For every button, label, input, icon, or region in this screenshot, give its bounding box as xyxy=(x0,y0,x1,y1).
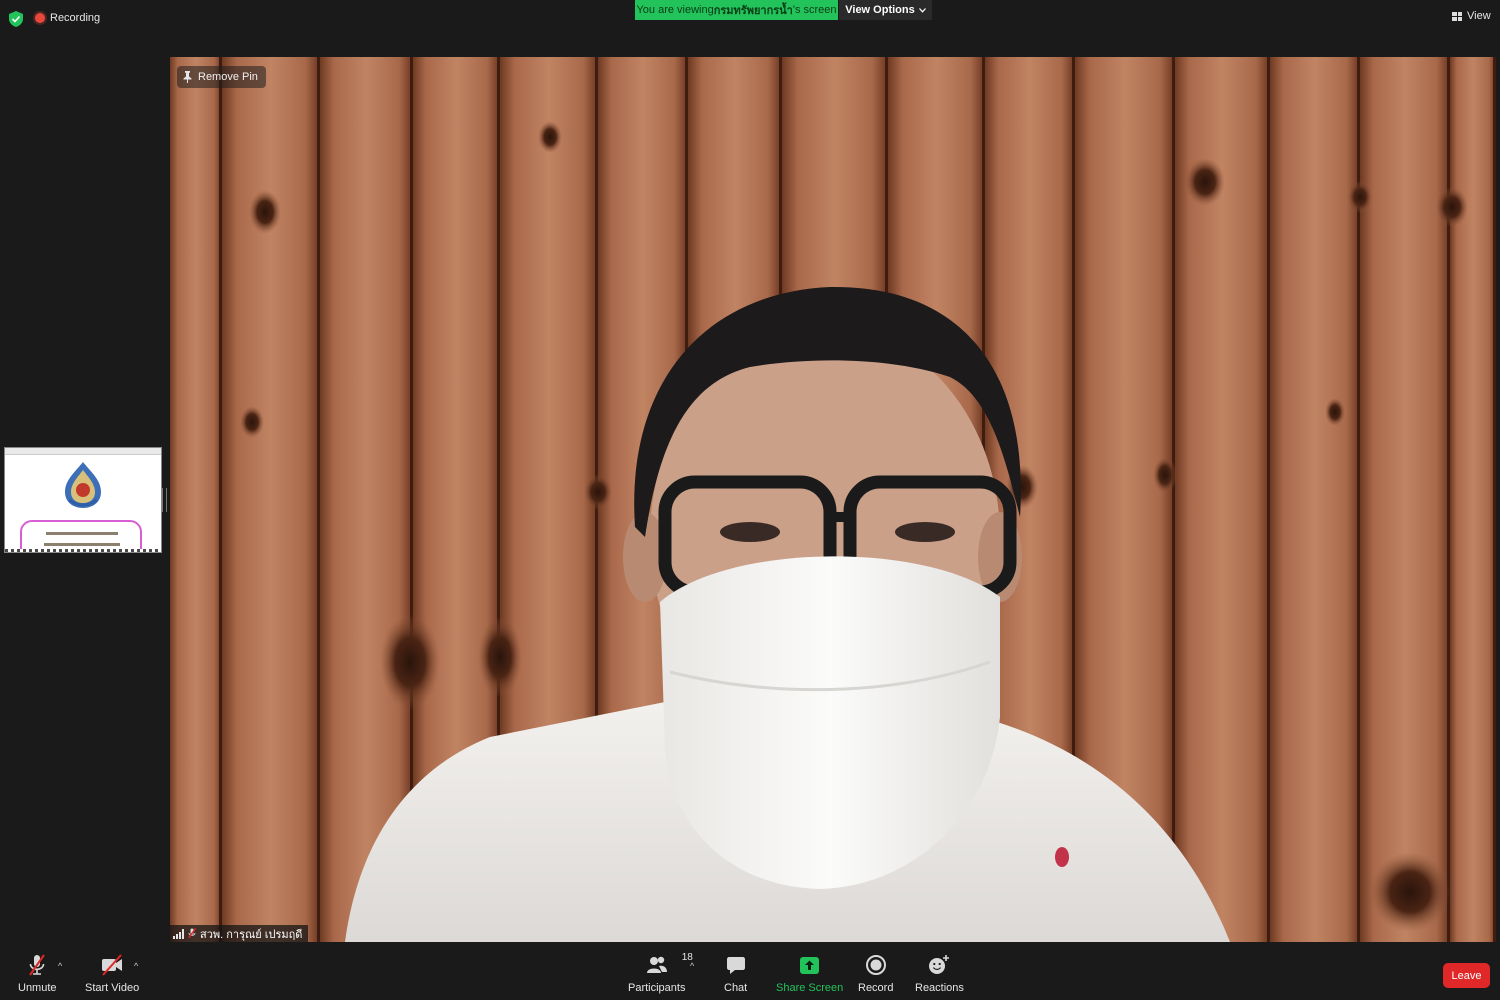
chevron-down-icon xyxy=(918,7,926,13)
record-button[interactable]: Record xyxy=(858,954,893,994)
top-bar: Recording You are viewing กรมทรัพยากรน้ำ… xyxy=(0,0,1500,38)
video-options-caret[interactable]: ^ xyxy=(134,961,138,971)
shared-screen-thumbnail[interactable] xyxy=(4,447,162,553)
chat-icon xyxy=(726,957,745,974)
recording-dot-icon xyxy=(35,13,45,23)
leave-label: Leave xyxy=(1451,969,1482,982)
reactions-label: Reactions xyxy=(915,982,964,994)
remove-pin-label: Remove Pin xyxy=(198,71,258,83)
organization-logo xyxy=(65,462,101,508)
chat-button[interactable]: Chat xyxy=(724,954,747,994)
thumbnail-title-bar xyxy=(5,448,161,455)
mic-muted-icon xyxy=(29,954,46,976)
viewing-prefix: You are viewing xyxy=(636,4,714,16)
chat-label: Chat xyxy=(724,982,748,994)
view-label: View xyxy=(1467,10,1491,22)
active-speaker-video[interactable] xyxy=(170,57,1496,942)
participant-name-tag: สวพ. การุณย์ เปรมฤดี xyxy=(170,925,309,942)
grid-view-icon xyxy=(1452,11,1462,21)
thumbnail-taskbar xyxy=(5,549,161,552)
thumbnail-text-line xyxy=(44,543,120,546)
viewing-suffix: 's screen xyxy=(792,4,837,16)
recording-label: Recording xyxy=(50,12,101,24)
participants-label: Participants xyxy=(628,982,686,994)
thumbnail-text-line xyxy=(46,532,118,535)
unmute-button[interactable]: Unmute xyxy=(18,954,57,994)
pin-icon xyxy=(183,71,192,83)
reactions-icon xyxy=(929,955,950,974)
participants-button[interactable]: 18 Participants xyxy=(628,952,693,994)
panel-resize-handle[interactable] xyxy=(162,488,167,512)
remove-pin-button[interactable]: Remove Pin xyxy=(177,66,266,88)
record-icon xyxy=(865,955,886,975)
record-label: Record xyxy=(858,982,894,994)
video-frame xyxy=(170,57,1496,942)
share-screen-icon xyxy=(800,957,820,974)
viewing-banner: You are viewing กรมทรัพยากรน้ำ 's screen xyxy=(635,0,838,20)
participants-icon xyxy=(646,956,667,973)
participants-options-caret[interactable]: ^ xyxy=(690,961,694,971)
share-screen-button[interactable]: Share Screen xyxy=(776,954,843,994)
meeting-toolbar: Unmute ^ Start Video ^ 18 Participants ^… xyxy=(0,944,1500,1000)
view-options-button[interactable]: View Options xyxy=(839,0,932,20)
unmute-label: Unmute xyxy=(18,982,57,994)
reactions-button[interactable]: Reactions xyxy=(915,954,964,994)
video-off-icon xyxy=(102,954,123,976)
viewing-name: กรมทรัพยากรน้ำ xyxy=(713,5,793,17)
start-video-label: Start Video xyxy=(85,982,140,994)
leave-button[interactable]: Leave xyxy=(1443,963,1490,988)
audio-options-caret[interactable]: ^ xyxy=(58,961,62,971)
signal-icon xyxy=(173,928,184,939)
recording-indicator[interactable]: Recording xyxy=(35,12,100,24)
share-screen-label: Share Screen xyxy=(776,982,844,994)
view-options-label: View Options xyxy=(845,4,915,16)
participant-name: สวพ. การุณย์ เปรมฤดี xyxy=(200,928,303,941)
shield-icon[interactable] xyxy=(9,11,23,27)
view-button[interactable]: View xyxy=(1452,10,1491,22)
start-video-button[interactable]: Start Video xyxy=(85,954,139,994)
mic-muted-icon xyxy=(188,928,196,939)
